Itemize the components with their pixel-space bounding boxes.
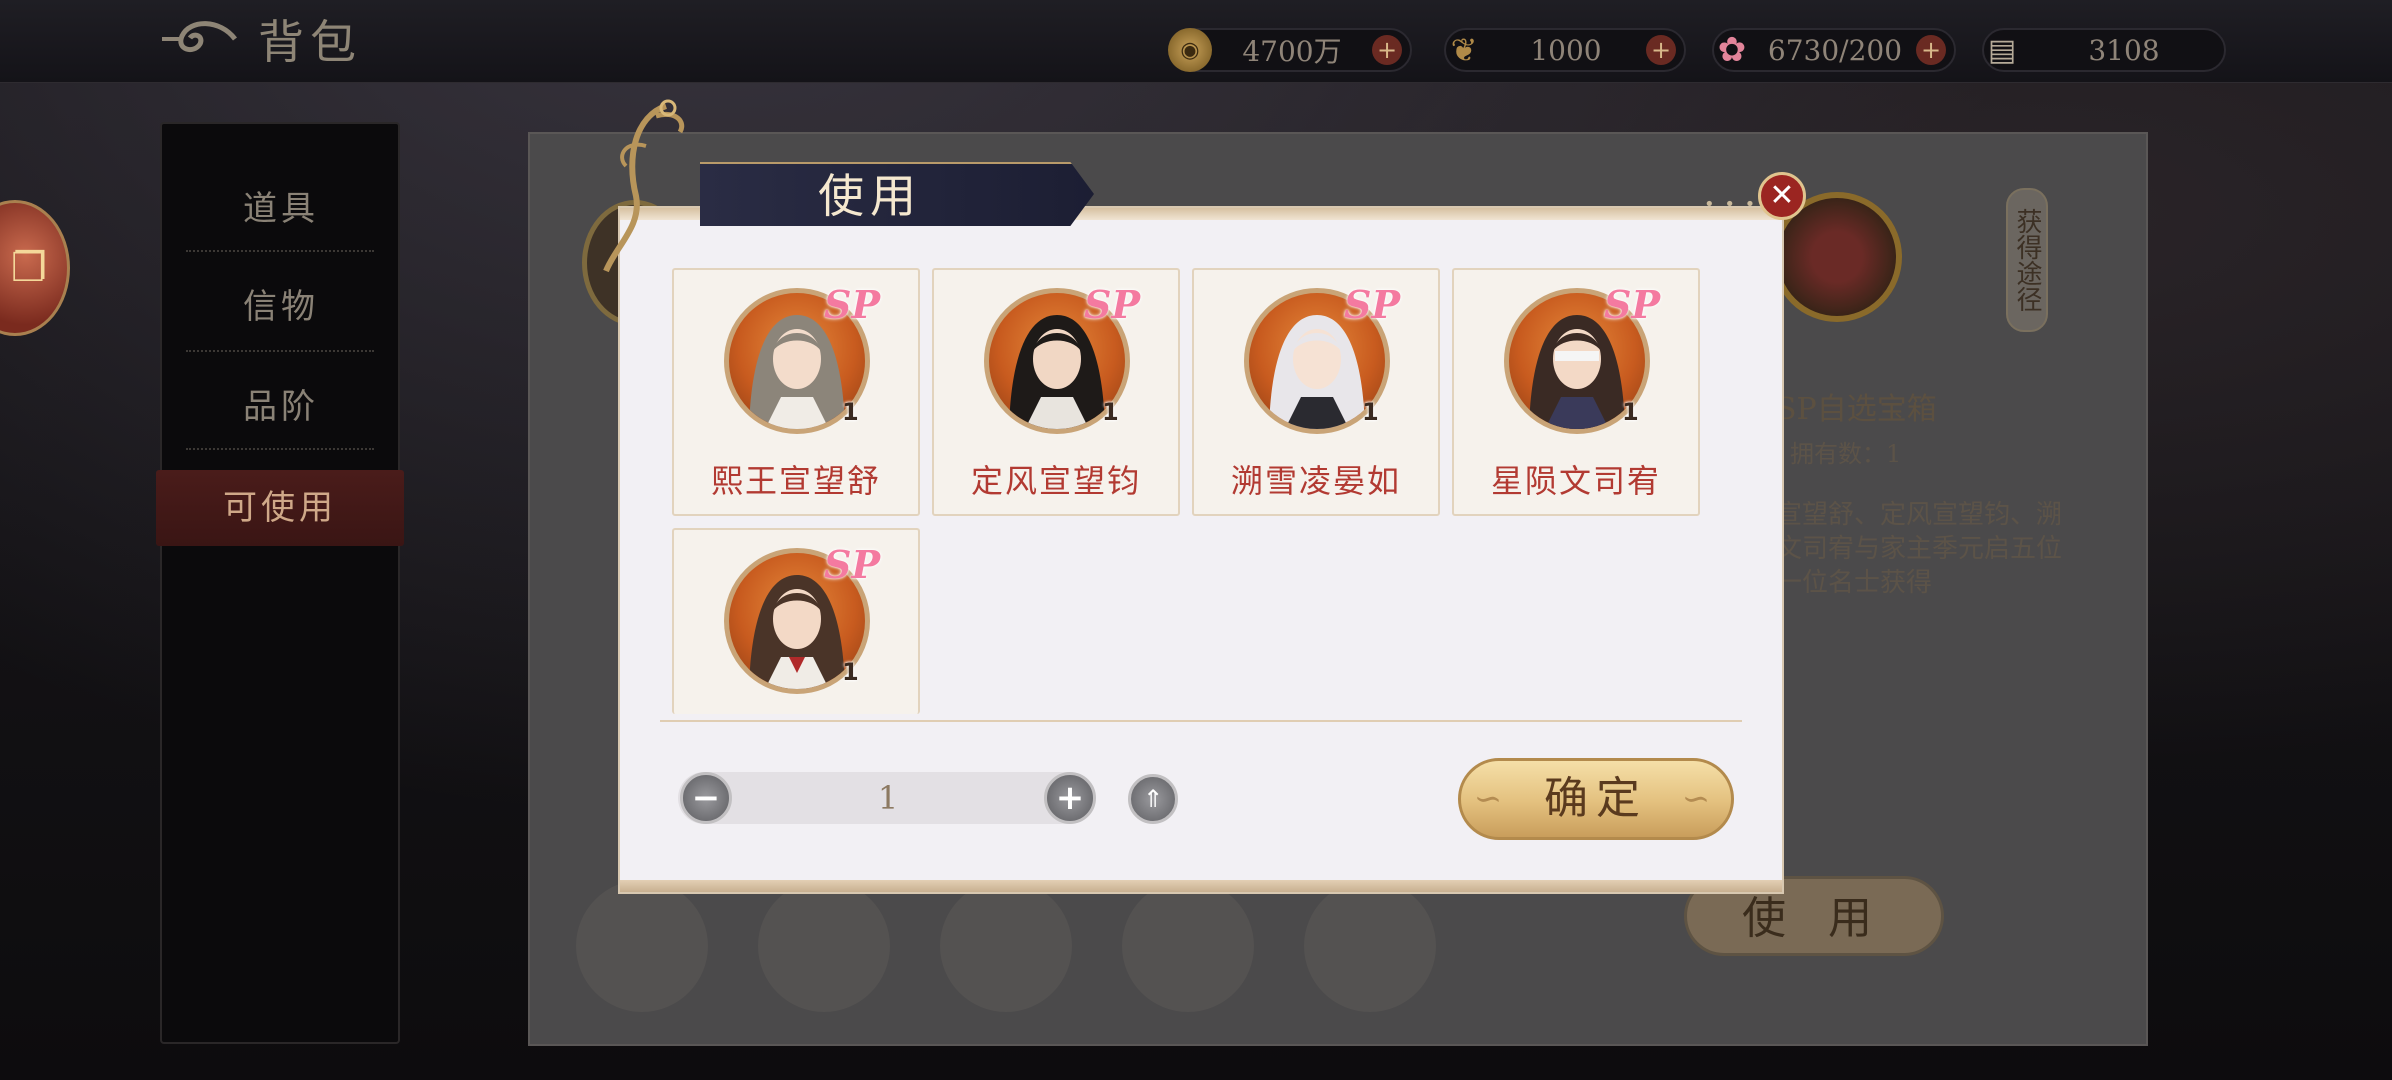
divider xyxy=(660,720,1742,722)
sp-badge: SP xyxy=(1604,282,1661,327)
character-card[interactable]: SP 1 熙王宣望舒 xyxy=(672,268,920,516)
plus-icon[interactable]: + xyxy=(1044,772,1096,824)
divider xyxy=(186,350,374,352)
card-icon: ▤ xyxy=(1987,32,2017,68)
sp-badge: SP xyxy=(1344,282,1401,327)
acquire-route-button[interactable]: 获得途径 xyxy=(2006,188,2048,332)
character-card[interactable]: SP 1 溯雪凌晏如 xyxy=(1192,268,1440,516)
card-count: 1 xyxy=(1622,398,1639,426)
coin-icon: ◉ xyxy=(1168,28,1212,72)
swirl-icon xyxy=(162,21,237,53)
owned-count: 拥有数：1 xyxy=(1790,440,1902,468)
item-desc-line-1: 宣望舒、定风宣望钧、溯 xyxy=(1776,500,2063,530)
sp-badge: SP xyxy=(824,542,881,587)
resource-card-value: 3108 xyxy=(2088,33,2160,67)
sidebar-item-grade[interactable]: 品阶 xyxy=(188,374,374,440)
character-name: 定风宣望钧 xyxy=(970,462,1141,500)
sidebar-item-props[interactable]: 道具 xyxy=(188,176,374,242)
add-coin-button[interactable]: + xyxy=(1372,35,1402,65)
item-name: SP自选宝箱 xyxy=(1776,392,1937,427)
item-slot[interactable] xyxy=(576,880,708,1012)
divider xyxy=(186,448,374,450)
card-count: 1 xyxy=(1362,398,1379,426)
item-slot[interactable] xyxy=(1304,880,1436,1012)
sp-badge: SP xyxy=(1084,282,1141,327)
minus-icon[interactable]: − xyxy=(680,772,732,824)
cloud-ornament-icon: ∽ xyxy=(1681,779,1719,819)
deer-antler-ornament-icon xyxy=(603,99,685,273)
character-card[interactable]: SP 1 定风宣望钧 xyxy=(932,268,1180,516)
card-count: 1 xyxy=(842,398,859,426)
close-icon[interactable]: ✕ xyxy=(1758,172,1806,220)
character-card[interactable]: SP 1 xyxy=(672,528,920,714)
item-slot[interactable] xyxy=(758,880,890,1012)
sp-badge: SP xyxy=(824,282,881,327)
quantity-value[interactable]: 1 xyxy=(740,772,1036,824)
item-slot[interactable] xyxy=(940,880,1072,1012)
sidebar-item-tokens[interactable]: 信物 xyxy=(188,274,374,340)
confirm-button[interactable]: ∽ 确定 ∽ xyxy=(1458,758,1734,840)
character-name: 溯雪凌晏如 xyxy=(1230,462,1401,500)
cloud-ornament-icon: ∽ xyxy=(1473,779,1511,819)
chest-icon: ❐ xyxy=(11,245,47,291)
resource-feather: ❦ 1000 + xyxy=(1444,28,1686,72)
top-bar: 背包 ◉ 4700万 + ❦ 1000 + ✿ 6730/200 + ▤ 310… xyxy=(0,0,2392,83)
resource-flower-value: 6730/200 xyxy=(1767,33,1903,67)
item-slot[interactable] xyxy=(1122,880,1254,1012)
dialog-title: 使用 xyxy=(818,169,922,223)
resource-flower: ✿ 6730/200 + xyxy=(1712,28,1956,72)
flower-icon: ✿ xyxy=(1717,30,1747,70)
dialog-bottom-border xyxy=(620,880,1782,892)
max-icon[interactable]: ⇑ xyxy=(1128,774,1178,824)
resource-coin: ◉ 4700万 + xyxy=(1168,28,1412,72)
divider xyxy=(186,250,374,252)
resource-feather-value: 1000 xyxy=(1530,33,1602,67)
resource-card: ▤ 3108 xyxy=(1982,28,2226,72)
card-count: 1 xyxy=(842,658,859,686)
sidebar-item-usable[interactable]: 可使用 xyxy=(156,470,404,546)
resource-coin-value: 4700万 xyxy=(1242,35,1342,68)
character-name: 星陨文司宥 xyxy=(1490,462,1661,500)
item-desc-line-3: 一位名士获得 xyxy=(1776,568,1933,598)
card-count: 1 xyxy=(1102,398,1119,426)
item-desc-line-2: 文司宥与家主季元启五位 xyxy=(1776,534,2063,564)
add-feather-button[interactable]: + xyxy=(1646,35,1676,65)
sidebar xyxy=(160,122,400,1044)
add-flower-button[interactable]: + xyxy=(1916,35,1946,65)
character-card[interactable]: SP 1 星陨文司宥 xyxy=(1452,268,1700,516)
confirm-label: 确定 xyxy=(1544,773,1648,824)
feather-icon: ❦ xyxy=(1450,31,1478,69)
character-name: 熙王宣望舒 xyxy=(710,462,881,500)
item-slots-row xyxy=(576,880,1476,1012)
page-title: 背包 xyxy=(258,15,362,69)
